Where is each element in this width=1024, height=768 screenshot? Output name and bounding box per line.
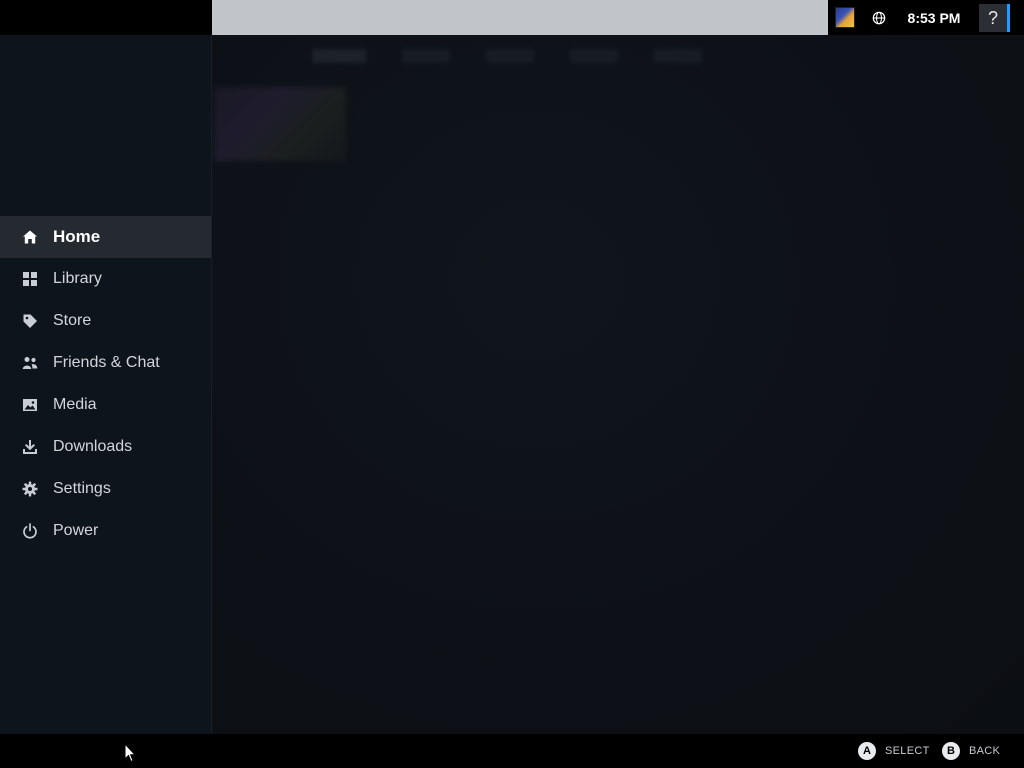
tag-icon (21, 312, 39, 330)
gear-icon (21, 480, 39, 498)
grid-icon (21, 270, 39, 288)
help-button[interactable]: ? (979, 4, 1007, 32)
main-menu-list: Home Library Store Friends & Chat Media … (0, 216, 211, 552)
power-icon (21, 522, 39, 540)
people-icon (21, 354, 39, 372)
back-hint[interactable]: B BACK (942, 742, 1000, 760)
menu-item-label: Power (53, 522, 99, 539)
menu-item-power[interactable]: Power (0, 510, 211, 552)
mouse-pointer-icon (124, 742, 137, 763)
blurred-tab (402, 49, 450, 63)
game-thumbnail-icon[interactable] (835, 7, 855, 28)
steam-big-picture-screen: 8:53 PM ? Home Library Store Friends & C… (0, 0, 1024, 768)
image-icon (21, 396, 39, 414)
main-content-dimmed (212, 35, 1024, 734)
home-icon (21, 228, 39, 246)
blurred-tab-row (312, 49, 702, 63)
download-icon (21, 438, 39, 456)
clock: 8:53 PM (907, 10, 961, 26)
menu-item-home[interactable]: Home (0, 216, 211, 258)
blurred-tab (654, 49, 702, 63)
menu-item-downloads[interactable]: Downloads (0, 426, 211, 468)
menu-item-label: Media (53, 396, 97, 413)
a-button-icon: A (858, 742, 876, 760)
blurred-tab (312, 49, 366, 63)
menu-item-friends-chat[interactable]: Friends & Chat (0, 342, 211, 384)
blurred-tab (486, 49, 534, 63)
menu-item-label: Friends & Chat (53, 354, 160, 371)
menu-item-settings[interactable]: Settings (0, 468, 211, 510)
help-button-accent (1007, 4, 1010, 32)
select-hint[interactable]: A SELECT (858, 742, 930, 760)
menu-item-store[interactable]: Store (0, 300, 211, 342)
blurred-game-tile (214, 87, 346, 161)
menu-item-label: Settings (53, 480, 111, 497)
menu-item-label: Library (53, 270, 102, 287)
bottom-controller-hint-bar: A SELECT B BACK (0, 734, 1024, 768)
menu-item-label: Store (53, 312, 92, 329)
menu-item-media[interactable]: Media (0, 384, 211, 426)
globe-icon[interactable] (872, 11, 886, 25)
blurred-tab (570, 49, 618, 63)
menu-item-library[interactable]: Library (0, 258, 211, 300)
top-bar-blank-region (212, 0, 828, 35)
menu-item-label: Downloads (53, 438, 133, 455)
menu-item-label: Home (53, 227, 101, 246)
b-button-icon: B (942, 742, 960, 760)
main-menu-sidebar: Home Library Store Friends & Chat Media … (0, 35, 212, 734)
back-hint-label: BACK (969, 745, 1001, 757)
select-hint-label: SELECT (885, 745, 930, 757)
